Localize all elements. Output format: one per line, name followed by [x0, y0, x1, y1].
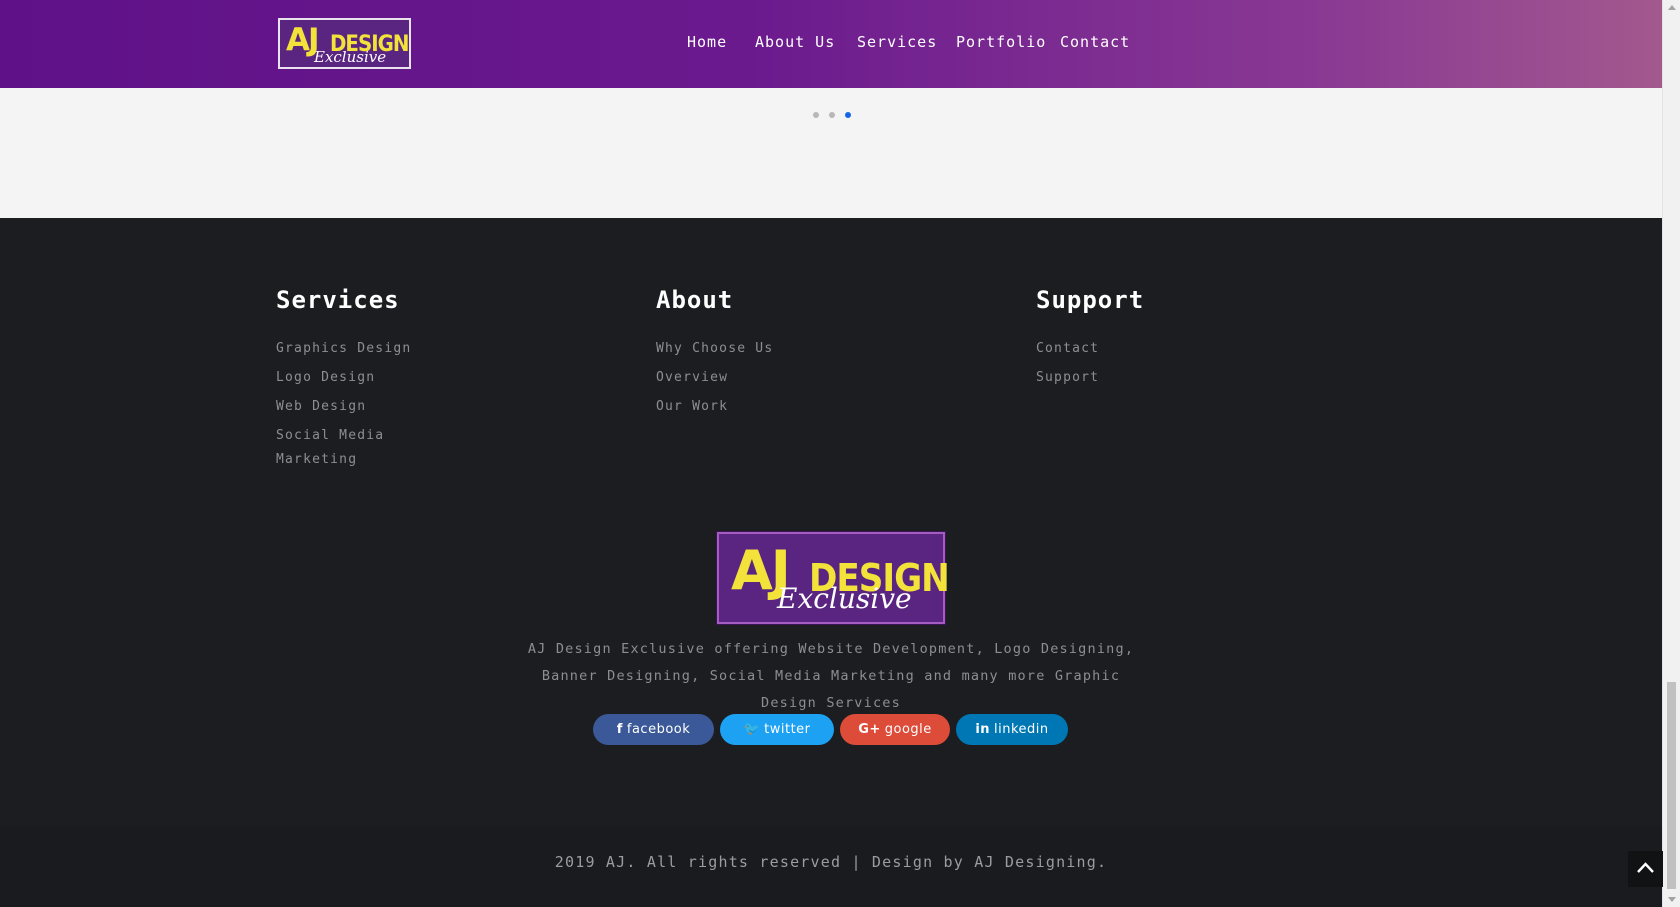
- footer-column-about: About Why Choose Us Overview Our Work: [656, 286, 773, 424]
- google-label: google: [884, 722, 932, 737]
- facebook-icon: f: [616, 722, 623, 737]
- nav-about-us[interactable]: About Us: [755, 33, 835, 51]
- twitter-button[interactable]: 🐦 twitter: [720, 714, 834, 745]
- slider-dot-1[interactable]: [813, 112, 819, 118]
- slider-dots: [813, 112, 853, 118]
- twitter-label: twitter: [764, 722, 811, 737]
- scrollbar-thumb[interactable]: [1667, 682, 1676, 889]
- footer-link-graphics-design[interactable]: Graphics Design: [276, 337, 411, 361]
- linkedin-label: linkedin: [994, 722, 1049, 737]
- slider-dot-3[interactable]: [845, 112, 851, 118]
- footer-heading-support: Support: [1036, 286, 1145, 314]
- footer-link-web-design[interactable]: Web Design: [276, 395, 411, 419]
- footer-link-logo-design[interactable]: Logo Design: [276, 366, 411, 390]
- footer-link-social-media-marketing[interactable]: Social Media Marketing: [276, 424, 396, 472]
- back-to-top-button[interactable]: [1628, 851, 1663, 887]
- logo-exclusive: Exclusive: [314, 48, 387, 66]
- nav-contact[interactable]: Contact: [1060, 33, 1130, 51]
- nav-portfolio[interactable]: Portfolio: [956, 33, 1046, 51]
- copyright-text: 2019 AJ. All rights reserved | Design by…: [554, 853, 1108, 871]
- footer-logo-exclusive: Exclusive: [777, 582, 912, 615]
- footer-column-services: Services Graphics Design Logo Design Web…: [276, 286, 411, 477]
- logo-aj: AJ: [286, 22, 320, 58]
- page-scrollbar[interactable]: [1662, 0, 1680, 907]
- nav-services[interactable]: Services: [857, 33, 937, 51]
- facebook-button[interactable]: f facebook: [593, 714, 714, 745]
- twitter-icon: 🐦: [743, 722, 761, 737]
- site-logo[interactable]: AJ DESIGN Exclusive: [278, 18, 411, 69]
- footer-link-why-choose-us[interactable]: Why Choose Us: [656, 337, 773, 361]
- facebook-label: facebook: [626, 722, 691, 737]
- scroll-down-arrow-icon[interactable]: [1668, 897, 1676, 902]
- footer-link-overview[interactable]: Overview: [656, 366, 773, 390]
- site-footer: Services Graphics Design Logo Design Web…: [0, 218, 1662, 826]
- footer-logo[interactable]: AJ DESIGN Exclusive: [717, 532, 950, 624]
- google-button[interactable]: G+ google: [840, 714, 950, 745]
- copyright-bar: 2019 AJ. All rights reserved | Design by…: [0, 826, 1662, 907]
- scroll-up-arrow-icon[interactable]: [1668, 5, 1676, 10]
- linkedin-button[interactable]: in linkedin: [956, 714, 1068, 745]
- chevron-up-icon: [1637, 862, 1654, 873]
- footer-tagline: AJ Design Exclusive offering Website Dev…: [527, 641, 1135, 711]
- footer-link-our-work[interactable]: Our Work: [656, 395, 773, 419]
- footer-heading-services: Services: [276, 286, 400, 314]
- social-links: f facebook 🐦 twitter G+ google in linkedin: [0, 714, 1662, 745]
- linkedin-icon: in: [975, 722, 991, 737]
- footer-heading-about: About: [656, 286, 734, 314]
- nav-home[interactable]: Home: [687, 33, 727, 51]
- google-plus-icon: G+: [858, 722, 881, 737]
- footer-link-contact[interactable]: Contact: [1036, 337, 1144, 361]
- slider-dot-2[interactable]: [829, 112, 835, 118]
- site-header: AJ DESIGN Exclusive Home About Us Servic…: [0, 0, 1662, 88]
- footer-column-support: Support Contact Support: [1036, 286, 1144, 395]
- footer-link-support[interactable]: Support: [1036, 366, 1144, 390]
